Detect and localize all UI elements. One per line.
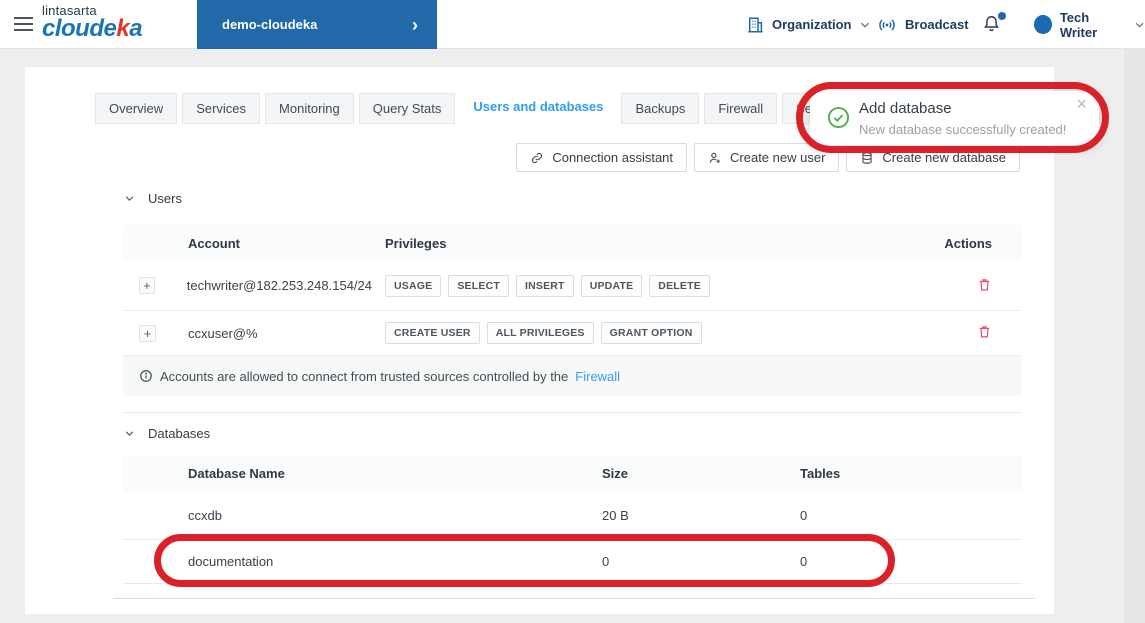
notification-bell[interactable]: [982, 0, 1006, 49]
table-row: + techwriter@182.253.248.154/24 USAGE SE…: [123, 261, 1022, 311]
trash-icon: [979, 326, 990, 338]
avatar: [1034, 15, 1052, 34]
db-tables: 0: [800, 554, 808, 569]
project-selector-button[interactable]: demo-cloudeka ›: [197, 0, 437, 49]
db-size: 20 B: [602, 508, 629, 523]
db-tables: 0: [800, 508, 808, 523]
broadcast-label: Broadcast: [905, 17, 969, 32]
logo-accent-letter: k: [116, 15, 130, 42]
hamburger-menu-icon[interactable]: [14, 17, 33, 31]
chevron-down-icon: [1135, 22, 1144, 27]
create-new-user-button[interactable]: Create new user: [694, 143, 840, 172]
table-row: documentation 0 0: [123, 540, 1022, 584]
privilege-badge: SELECT: [448, 274, 509, 297]
broadcast-menu[interactable]: Broadcast: [877, 0, 969, 49]
actions-toolbar: Connection assistant Create new user Cre…: [516, 143, 1020, 172]
product-name: cloudeka: [42, 15, 143, 42]
tab-overview[interactable]: Overview: [95, 93, 178, 124]
note-text: Accounts are allowed to connect from tru…: [160, 368, 569, 384]
section-divider: [123, 412, 1022, 413]
plus-icon: +: [143, 325, 152, 341]
databases-table: Database Name Size Tables ccxdb 20 B 0 d…: [123, 455, 1022, 584]
db-size: 0: [602, 554, 610, 569]
tab-query-stats[interactable]: Query Stats: [358, 93, 456, 124]
toast-title: Add database: [859, 100, 952, 117]
privilege-badge: ALL PRIVILEGES: [486, 322, 594, 344]
tab-bar: Overview Services Monitoring Query Stats…: [95, 90, 858, 124]
create-new-database-button[interactable]: Create new database: [846, 143, 1020, 172]
databases-section-header[interactable]: Databases: [124, 426, 210, 441]
section-title: Databases: [148, 426, 211, 441]
broadcast-icon: [879, 18, 895, 31]
privilege-badge: DELETE: [649, 274, 710, 297]
tab-firewall[interactable]: Firewall: [704, 93, 778, 124]
user-account: techwriter@182.253.248.154/24: [186, 278, 372, 293]
column-header-account: Account: [188, 235, 240, 251]
check-circle-icon: [827, 106, 850, 129]
chevron-down-icon: [125, 196, 134, 202]
privilege-badge: INSERT: [515, 274, 574, 297]
db-name: ccxdb: [188, 508, 222, 523]
user-account: ccxuser@%: [188, 325, 258, 341]
info-icon: [140, 370, 152, 382]
plus-icon: +: [143, 278, 151, 293]
scrollbar-track[interactable]: [1124, 49, 1145, 623]
tab-backups[interactable]: Backups: [621, 93, 700, 124]
tab-monitoring[interactable]: Monitoring: [265, 93, 354, 124]
connection-assistant-button[interactable]: Connection assistant: [516, 143, 688, 172]
user-menu[interactable]: Tech Writer: [1034, 0, 1145, 49]
users-table-header: Account Privileges Actions: [123, 225, 1022, 261]
databases-table-header: Database Name Size Tables: [123, 455, 1022, 492]
delete-user-button[interactable]: [977, 324, 992, 342]
column-header-size: Size: [590, 466, 788, 481]
chevron-down-icon: [861, 22, 870, 28]
toast-close-button[interactable]: ×: [1076, 95, 1087, 113]
section-divider: [113, 598, 1035, 599]
column-header-database-name: Database Name: [188, 466, 285, 481]
content-card: Overview Services Monitoring Query Stats…: [25, 67, 1054, 614]
column-header-actions: Actions: [940, 236, 1022, 251]
table-row: + ccxuser@% CREATE USER ALL PRIVILEGES G…: [123, 311, 1022, 356]
tab-services[interactable]: Services: [182, 93, 261, 124]
firewall-link[interactable]: Firewall: [575, 369, 620, 384]
trash-icon: [979, 278, 990, 290]
app-window: lintasarta cloudeka demo-cloudeka › Orga…: [0, 0, 1145, 623]
chevron-right-icon: ›: [412, 14, 418, 35]
section-title: Users: [148, 191, 182, 206]
top-navbar: lintasarta cloudeka demo-cloudeka › Orga…: [0, 0, 1145, 49]
users-table: Account Privileges Actions + techwriter@…: [123, 225, 1022, 396]
firewall-note: Accounts are allowed to connect from tru…: [123, 356, 1022, 396]
building-icon: [748, 17, 763, 32]
toast-message: New database successfully created!: [859, 122, 1067, 137]
column-header-privileges: Privileges: [372, 236, 940, 251]
users-section-header[interactable]: Users: [124, 191, 182, 206]
database-icon: [862, 151, 873, 164]
organization-menu[interactable]: Organization: [746, 0, 871, 49]
privilege-badge: UPDATE: [580, 274, 643, 297]
privilege-badge: CREATE USER: [385, 322, 480, 344]
toast-success: Add database New database successfully c…: [810, 91, 1099, 145]
privilege-badge: USAGE: [385, 274, 442, 297]
privilege-badge: GRANT OPTION: [600, 322, 702, 344]
table-row: ccxdb 20 B 0: [123, 492, 1022, 540]
chevron-down-icon: [125, 431, 134, 437]
brand-logo: lintasarta cloudeka: [42, 4, 143, 42]
organization-label: Organization: [772, 17, 852, 32]
expand-row-button[interactable]: +: [139, 324, 156, 342]
user-name: Tech Writer: [1059, 9, 1098, 40]
db-name: documentation: [188, 554, 274, 569]
tab-users-and-databases[interactable]: Users and databases: [460, 90, 617, 124]
column-header-tables: Tables: [788, 466, 1022, 481]
expand-row-button[interactable]: +: [139, 277, 155, 294]
delete-user-button[interactable]: [977, 277, 992, 295]
link-icon: [532, 152, 543, 163]
user-add-icon: [709, 152, 720, 163]
notification-dot: [998, 11, 1006, 20]
project-name: demo-cloudeka: [222, 17, 318, 32]
